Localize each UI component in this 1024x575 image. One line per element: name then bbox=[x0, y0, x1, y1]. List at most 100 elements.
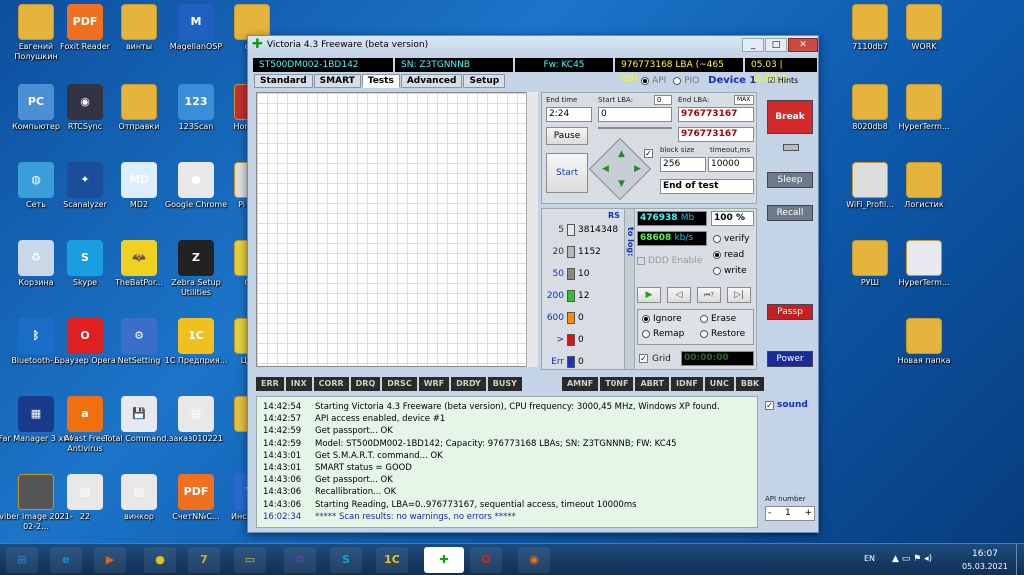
scan-grid bbox=[256, 92, 536, 367]
tab-setup[interactable]: Setup bbox=[463, 74, 506, 88]
log-panel[interactable]: 14:42:54 Starting Victoria 4.3 Freeware (… bbox=[256, 396, 758, 528]
skip-end-button[interactable]: ▷| bbox=[727, 287, 751, 303]
taskbar-ie-icon[interactable]: e bbox=[50, 547, 82, 573]
arrow-down-icon[interactable]: ▼ bbox=[618, 179, 625, 189]
taskbar-opera-icon[interactable]: O bbox=[470, 547, 502, 573]
tab-tests[interactable]: Tests bbox=[361, 74, 400, 88]
show-desktop-button[interactable] bbox=[1016, 544, 1024, 575]
drive-info-bar: ST500DM002-1BD142 SN: Z3TGNNNB Fw: KC45 … bbox=[253, 58, 819, 84]
folder-icon bbox=[852, 240, 888, 276]
victoria-app-icon: ✚ bbox=[252, 37, 263, 52]
break-all-button[interactable]: Break All bbox=[767, 100, 813, 154]
desktop-icon-label: WORK bbox=[911, 42, 937, 51]
taskbar-firefox-icon[interactable]: ◉ bbox=[518, 547, 550, 573]
max-button[interactable]: MAX bbox=[734, 95, 754, 105]
clock-date[interactable]: 05.03.2021 bbox=[962, 562, 1008, 571]
hints-checkbox[interactable]: ☑ Hints bbox=[768, 76, 798, 85]
desktop-icon[interactable]: WORK bbox=[886, 0, 962, 74]
taskbar-victoria-icon[interactable]: ✚ bbox=[424, 547, 464, 573]
tab-standard[interactable]: Standard bbox=[254, 74, 313, 88]
latency-threshold: 200 bbox=[546, 291, 564, 301]
restore-radio[interactable]: Restore bbox=[700, 329, 745, 339]
speed-display: 68608 kb/s bbox=[637, 231, 707, 246]
close-button[interactable]: ✕ bbox=[788, 38, 818, 52]
language-indicator[interactable]: EN bbox=[864, 554, 875, 563]
desktop-icon[interactable]: Новая папка bbox=[886, 314, 962, 388]
erase-radio[interactable]: Erase bbox=[700, 314, 736, 324]
minimize-button[interactable]: _ bbox=[742, 38, 764, 52]
start-lba-reset[interactable]: 0 bbox=[654, 95, 672, 105]
taskbar-viber-icon[interactable]: ✆ bbox=[284, 547, 316, 573]
desktop-icon[interactable]: HyperTerm... bbox=[886, 80, 962, 154]
taskbar-total-icon[interactable]: 7 bbox=[188, 547, 220, 573]
datetime-display: 05.03 | 16:07:3 bbox=[745, 58, 817, 84]
title-bar[interactable]: ✚ Victoria 4.3 Freeware (beta version) _… bbox=[248, 36, 818, 54]
arrow-up-icon[interactable]: ▲ bbox=[618, 149, 625, 159]
ddd-enable-checkbox[interactable]: DDD Enable bbox=[637, 256, 702, 266]
latency-counters-panel: RS 538143482011525010200126000✓>0✓Err0✓ bbox=[541, 208, 643, 370]
tray-icons[interactable]: ▲ ▭ ⚑ ◂) bbox=[892, 554, 932, 564]
remap-radio[interactable]: Remap bbox=[642, 329, 684, 339]
error-flag: WRF bbox=[418, 377, 450, 391]
mode-verify-radio[interactable]: verify bbox=[713, 234, 749, 244]
desktop-icon[interactable]: Логистик bbox=[886, 158, 962, 232]
skip-back-button[interactable]: ⏮? bbox=[697, 287, 721, 303]
mode-read-radio[interactable]: read bbox=[713, 250, 744, 260]
taskbar-chrome-icon[interactable]: ● bbox=[144, 547, 176, 573]
error-flag: BBK bbox=[735, 377, 765, 391]
power-button[interactable]: Power bbox=[767, 351, 813, 367]
block-size-select[interactable]: 256 bbox=[660, 157, 706, 172]
end-of-test-select[interactable]: End of test bbox=[660, 179, 754, 194]
log-time: 16:02:34 bbox=[263, 511, 302, 522]
end-time-field[interactable]: 2:24 bbox=[546, 107, 592, 122]
play-button[interactable]: ▶ bbox=[637, 287, 661, 303]
maximize-button[interactable]: □ bbox=[765, 38, 787, 52]
desktop-icon[interactable]: HyperTerm... bbox=[886, 236, 962, 310]
api-number-spinner[interactable]: -1 + bbox=[765, 506, 815, 521]
pause-button[interactable]: Pause bbox=[546, 127, 588, 145]
api-radio[interactable]: API bbox=[641, 76, 666, 86]
sleep-button[interactable]: Sleep bbox=[767, 172, 813, 188]
arrow-left-icon[interactable]: ◀ bbox=[602, 164, 609, 174]
grid-scrollbar[interactable] bbox=[526, 92, 538, 367]
direction-pad[interactable] bbox=[588, 137, 652, 201]
drive-serial: SN: Z3TGNNNB bbox=[395, 58, 513, 72]
latency-threshold: 5 bbox=[558, 225, 564, 235]
tab-smart[interactable]: SMART bbox=[313, 74, 361, 88]
taskbar-explorer-icon[interactable]: ▭ bbox=[234, 547, 266, 573]
api-number-label: API number bbox=[765, 495, 806, 503]
taskbar-skype-icon[interactable]: S bbox=[330, 547, 362, 573]
taskbar: ⊞ e ▶ ● 7 ▭ ✆ S 1С ✚ O ◉ EN ▲ ▭ ⚑ ◂) 16:07 05.03.20… bbox=[0, 543, 1024, 575]
mode-write-radio[interactable]: write bbox=[713, 266, 747, 276]
latency-threshold: Err bbox=[551, 357, 564, 367]
timeout-select[interactable]: 10000 bbox=[708, 157, 754, 172]
start-button[interactable]: Start bbox=[546, 153, 588, 193]
clock-time[interactable]: 16:07 bbox=[972, 549, 998, 559]
start-lba-field[interactable]: 0 bbox=[598, 107, 672, 122]
grid-checkbox[interactable]: ✓ bbox=[639, 354, 648, 363]
recall-button[interactable]: Recall bbox=[767, 205, 813, 221]
log-time: 14:43:01 bbox=[263, 463, 302, 474]
log-line: 14:43:01 Get S.M.A.R.T. command... OK bbox=[263, 450, 751, 462]
taskbar-start-icon[interactable]: ⊞ bbox=[6, 547, 38, 573]
end-lba-field[interactable]: 976773167 bbox=[678, 107, 754, 122]
passp-button[interactable]: Passp bbox=[767, 304, 813, 320]
error-flag: T0NF bbox=[600, 377, 634, 391]
ignore-radio[interactable]: Ignore bbox=[642, 314, 682, 324]
folder-icon bbox=[906, 240, 942, 276]
taskbar-1c-icon[interactable]: 1С bbox=[376, 547, 408, 573]
rewind-button[interactable]: ◁ bbox=[667, 287, 691, 303]
rs-button[interactable]: RS bbox=[608, 211, 620, 220]
speed-panel: 476938 Mb 100 % 68608 kb/s DDD Enable ve… bbox=[634, 208, 757, 370]
indicator-led bbox=[783, 144, 799, 151]
pad-checkbox[interactable]: ✓ bbox=[644, 149, 653, 158]
log-line: 14:43:06 Get passport... OK bbox=[263, 474, 751, 486]
taskbar-media-icon[interactable]: ▶ bbox=[94, 547, 126, 573]
desktop-icon-image: ⚙ bbox=[121, 318, 157, 354]
tab-advanced[interactable]: Advanced bbox=[400, 74, 463, 88]
sound-checkbox[interactable]: ✓ bbox=[765, 401, 774, 410]
folder-icon bbox=[852, 4, 888, 40]
pio-radio[interactable]: PIO bbox=[673, 76, 699, 86]
folder-icon bbox=[906, 84, 942, 120]
arrow-right-icon[interactable]: ▶ bbox=[634, 164, 641, 174]
